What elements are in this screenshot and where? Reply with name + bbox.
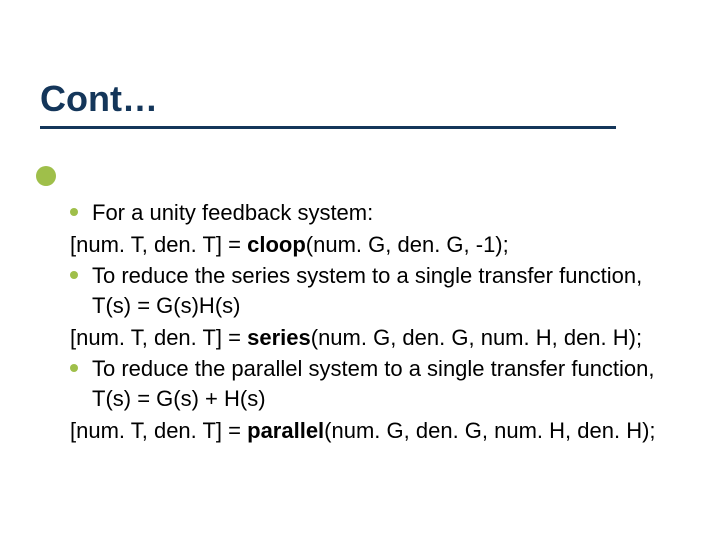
text-run: [num. T, den. T] = [70,232,247,257]
keyword-text: series [247,325,311,350]
slide: Cont… For a unity feedback system: [num. … [0,0,720,540]
title-underline [40,126,616,129]
text-run: To reduce the parallel system to a singl… [92,356,655,411]
title-region: Cont… [40,78,680,129]
text-run: (num. G, den. G, num. H, den. H); [311,325,642,350]
bullet-item: To reduce the series system to a single … [70,261,684,320]
body-text-region: For a unity feedback system: [num. T, den… [70,198,684,448]
bullet-text: For a unity feedback system: [92,198,684,228]
text-run: [num. T, den. T] = [70,418,247,443]
bullet-text: To reduce the parallel system to a singl… [92,354,684,413]
text-run: [num. T, den. T] = [70,325,247,350]
text-run: For a unity feedback system: [92,200,373,225]
bullet-item: To reduce the parallel system to a singl… [70,354,684,413]
keyword-text: cloop [247,232,306,257]
text-run: To reduce the series system to a single … [92,263,642,318]
text-run: (num. G, den. G, num. H, den. H); [324,418,655,443]
text-run: (num. G, den. G, -1); [306,232,509,257]
keyword-text: parallel [247,418,324,443]
slide-title: Cont… [40,78,680,120]
code-line: [num. T, den. T] = parallel(num. G, den.… [70,416,684,446]
bullet-dot-icon [70,208,78,216]
bullet-item: For a unity feedback system: [70,198,684,228]
code-line: [num. T, den. T] = cloop(num. G, den. G,… [70,230,684,260]
bullet-dot-icon [70,364,78,372]
accent-disc-icon [36,166,56,186]
bullet-text: To reduce the series system to a single … [92,261,684,320]
code-line: [num. T, den. T] = series(num. G, den. G… [70,323,684,353]
bullet-dot-icon [70,271,78,279]
